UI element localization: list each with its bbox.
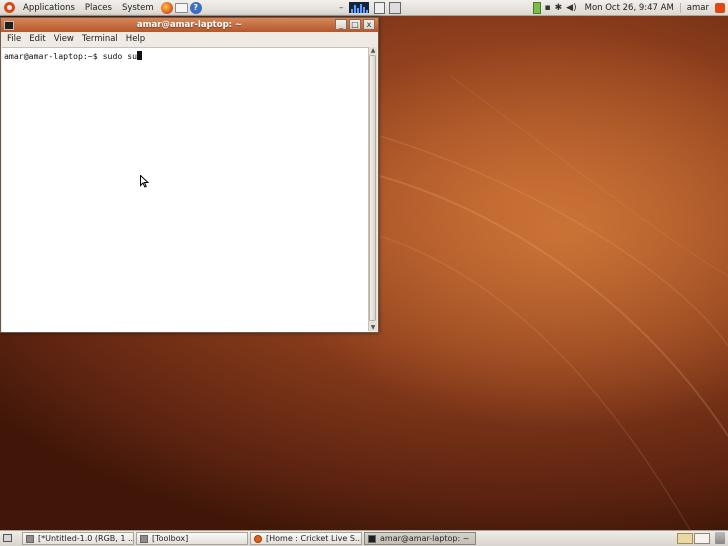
- scroll-up-arrow-icon[interactable]: ▲: [369, 47, 377, 54]
- system-menu[interactable]: System: [117, 3, 159, 13]
- taskbar-item-terminal[interactable]: amar@amar-laptop: ~: [364, 532, 476, 545]
- places-menu[interactable]: Places: [80, 3, 117, 13]
- menu-terminal[interactable]: Terminal: [78, 34, 122, 44]
- show-desktop-icon[interactable]: [3, 534, 12, 542]
- terminal-window-icon[interactable]: [4, 20, 14, 30]
- applications-menu[interactable]: Applications: [18, 3, 80, 13]
- ubuntu-logo-icon[interactable]: [4, 2, 15, 13]
- network-icon[interactable]: ▪: [545, 3, 551, 13]
- menu-view[interactable]: View: [50, 34, 78, 44]
- close-button[interactable]: x: [363, 19, 375, 30]
- terminal-command: sudo su: [102, 51, 138, 61]
- battery-icon[interactable]: [532, 1, 541, 14]
- clock[interactable]: Mon Oct 26, 9:47 AM: [579, 3, 680, 13]
- taskbar-item-gimp-image[interactable]: [*Untitled-1.0 (RGB, 1 ...: [22, 532, 134, 545]
- terminal-output-area[interactable]: amar@amar-laptop:~$ sudo su: [2, 47, 369, 332]
- notes-icon[interactable]: [373, 1, 385, 14]
- terminal-icon: [368, 534, 376, 543]
- gimp-icon: [26, 534, 34, 543]
- trash-icon[interactable]: [715, 532, 725, 544]
- taskbar-item-firefox[interactable]: [Home : Cricket Live S...: [250, 532, 362, 545]
- firefox-icon: [254, 534, 262, 543]
- system-monitor-graph-icon[interactable]: [348, 2, 369, 13]
- taskbar-item-toolbox[interactable]: [Toolbox]: [136, 532, 248, 545]
- task-label: [Home : Cricket Live S...: [266, 534, 362, 543]
- terminal-window-title: amar@amar-laptop: ~: [136, 20, 243, 30]
- maximize-button[interactable]: □: [349, 19, 361, 30]
- terminal-scrollbar[interactable]: ▲ ▼: [368, 47, 377, 331]
- terminal-titlebar[interactable]: amar@amar-laptop: ~ _ □ x: [1, 18, 378, 32]
- help-launcher-icon[interactable]: ?: [189, 1, 202, 14]
- mail-launcher-icon[interactable]: [174, 2, 188, 13]
- terminal-line: amar@amar-laptop:~$ sudo su: [2, 48, 369, 64]
- workspace-1[interactable]: [677, 533, 693, 544]
- network-monitor-icon[interactable]: –: [339, 3, 344, 13]
- terminal-menubar: File Edit View Terminal Help: [1, 32, 378, 46]
- top-panel: Applications Places System ? – ▪ ✱ ◀) Mo…: [0, 0, 728, 16]
- scroll-down-arrow-icon[interactable]: ▼: [369, 324, 377, 331]
- workspace-2[interactable]: [694, 533, 710, 544]
- terminal-prompt: amar@amar-laptop:~$: [4, 51, 103, 61]
- toolbox-icon: [140, 534, 148, 543]
- shutdown-icon[interactable]: [715, 2, 725, 13]
- mail-notification-icon[interactable]: [388, 1, 401, 14]
- scrollbar-thumb[interactable]: [369, 55, 376, 321]
- bluetooth-icon[interactable]: ✱: [555, 3, 563, 13]
- terminal-window: amar@amar-laptop: ~ _ □ x File Edit View…: [0, 17, 379, 333]
- mouse-pointer-icon: [140, 175, 149, 188]
- bottom-panel: [*Untitled-1.0 (RGB, 1 ... [Toolbox] [Ho…: [0, 530, 728, 546]
- firefox-launcher-icon[interactable]: [160, 1, 173, 14]
- task-label: [*Untitled-1.0 (RGB, 1 ...: [38, 534, 134, 543]
- user-switcher[interactable]: amar: [679, 2, 712, 13]
- volume-icon[interactable]: ◀): [566, 3, 576, 13]
- menu-edit[interactable]: Edit: [25, 34, 49, 44]
- menu-help[interactable]: Help: [122, 34, 149, 44]
- task-label: [Toolbox]: [152, 534, 189, 543]
- text-cursor: [137, 51, 143, 60]
- window-controls: _ □ x: [335, 19, 375, 30]
- top-panel-tray: – ▪ ✱ ◀) Mon Oct 26, 9:47 AM amar: [337, 0, 728, 15]
- minimize-button[interactable]: _: [335, 19, 347, 30]
- task-label: amar@amar-laptop: ~: [380, 534, 470, 543]
- menu-file[interactable]: File: [3, 34, 25, 44]
